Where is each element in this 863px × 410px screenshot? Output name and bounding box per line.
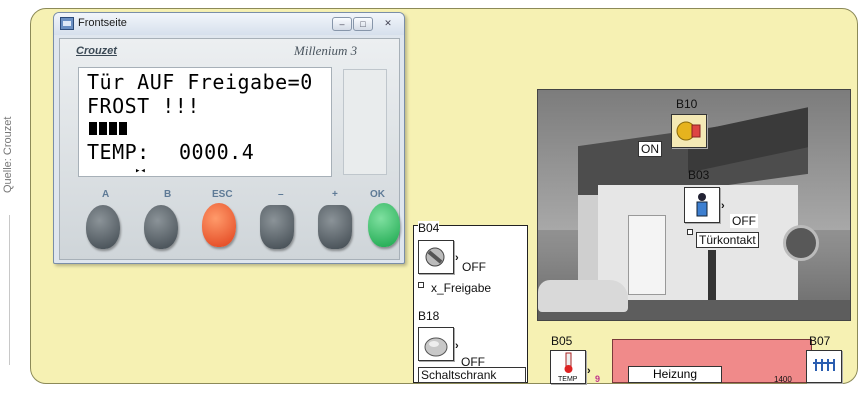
key-ok-button[interactable]	[368, 203, 400, 247]
block-b05-thermometer[interactable]: TEMP	[550, 350, 586, 384]
heizung-value: 1400	[774, 375, 792, 384]
minimize-button[interactable]: –	[332, 17, 352, 31]
plc-front-panel: Crouzet Millenium 3 Tür AUF Freigabe=0 F…	[59, 38, 400, 260]
block-b04-id: B04	[418, 221, 440, 235]
lcd-line-2: FROST !!!	[87, 94, 200, 118]
key-esc-button[interactable]	[202, 203, 236, 247]
block-b10-state: ON	[638, 141, 662, 157]
block-b04-pin	[418, 282, 424, 288]
block-b18-button[interactable]	[418, 327, 454, 361]
block-b03-contact[interactable]	[684, 187, 720, 223]
app-window-icon	[60, 17, 74, 30]
block-b03-pin	[687, 229, 693, 235]
block-b04-output-arrow: ›	[455, 252, 459, 264]
door-contact-icon	[696, 193, 708, 217]
block-b03-label: Türkontakt	[696, 232, 759, 248]
key-switch-icon	[425, 247, 445, 267]
block-b03-id: B03	[688, 168, 710, 182]
block-b07-id: B07	[809, 334, 831, 348]
source-divider	[9, 215, 10, 365]
block-b10-id: B10	[676, 97, 698, 111]
block-b18-id: B18	[418, 309, 440, 323]
block-b18-output-arrow: ›	[455, 340, 459, 352]
key-label-plus: +	[332, 189, 338, 200]
block-b05-id: B05	[551, 334, 573, 348]
model-name: Millenium 3	[294, 43, 358, 58]
push-button-icon	[424, 337, 448, 357]
block-b04-state: OFF	[462, 260, 486, 274]
lcd-bar-blocks	[89, 122, 127, 135]
window-title: Frontseite	[78, 17, 127, 29]
heizung-label: Heizung	[628, 366, 722, 383]
block-b05-output: 9	[595, 374, 601, 384]
block-b03-state: OFF	[730, 214, 758, 228]
block-b18-label: Schaltschrank	[418, 367, 526, 383]
key-plus-button[interactable]	[318, 205, 352, 249]
lcd-cursor-icon: ▸◂	[135, 166, 146, 176]
lcd-line-1: Tür AUF Freigabe=0	[87, 70, 313, 94]
brand-logo: Crouzet	[76, 45, 117, 57]
lcd-temp-label: TEMP:	[87, 140, 150, 164]
window-titlebar[interactable]: Frontseite – □ ✕	[54, 13, 404, 35]
key-label-b: B	[164, 189, 172, 200]
heater-icon	[813, 359, 835, 371]
key-a-button[interactable]	[86, 205, 120, 249]
maximize-button[interactable]: □	[353, 17, 373, 31]
thermometer-icon	[564, 352, 573, 373]
key-label-ok: OK	[370, 189, 385, 200]
lcd-display: Tür AUF Freigabe=0 FROST !!! TEMP: 0000.…	[78, 67, 332, 177]
source-label: Quelle: Crouzet	[2, 116, 14, 194]
key-label-minus: –	[278, 189, 284, 200]
block-b05-sub: TEMP	[558, 376, 578, 383]
key-label-esc: ESC	[212, 189, 233, 200]
lcd-temp-value: 0000.4	[179, 140, 255, 164]
block-b04-label: x_Freigabe	[431, 281, 492, 295]
alarm-horn-icon	[676, 121, 701, 141]
key-minus-button[interactable]	[260, 205, 294, 249]
key-label-a: A	[102, 189, 110, 200]
block-b07-output[interactable]	[806, 350, 842, 383]
side-panel	[343, 69, 387, 175]
block-b10-alarm[interactable]	[671, 114, 707, 148]
block-b05-output-arrow: ›	[587, 365, 591, 377]
close-button[interactable]: ✕	[378, 17, 398, 31]
key-b-button[interactable]	[144, 205, 178, 249]
frontseite-window: Frontseite – □ ✕ Crouzet Millenium 3 Tür…	[53, 12, 405, 264]
block-b04-switch[interactable]	[418, 240, 454, 274]
keypad: A B ESC – + OK	[78, 189, 400, 255]
block-b03-output-arrow: ›	[721, 200, 725, 212]
